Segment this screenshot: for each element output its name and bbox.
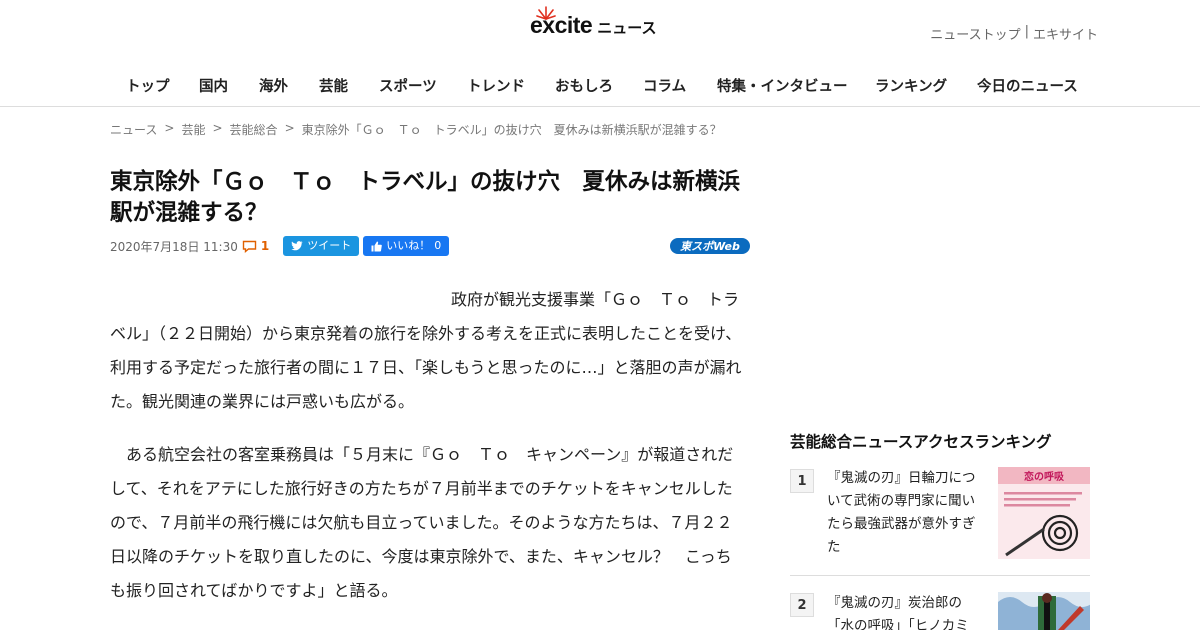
ranking-item[interactable]: 2 『鬼滅の刃』炭治郎の「水の呼吸」「ヒノカミ: [790, 592, 1090, 630]
nav-item-trend[interactable]: トレンド: [467, 75, 525, 96]
ranking-item[interactable]: 1 『鬼滅の刃』日輪刀について武術の専門家に聞いたら最強武器が意外すぎた 恋の呼…: [790, 467, 1090, 559]
rank-number: 1: [790, 469, 814, 493]
article-date: 2020年7月18日 11:30: [110, 239, 238, 254]
article-meta: 2020年7月18日 11:30 1 ツイート いいね！ 0 東スポWeb: [110, 236, 750, 256]
tweet-button[interactable]: ツイート: [283, 236, 360, 256]
nav-item-funny[interactable]: おもしろ: [555, 75, 613, 96]
comment-icon: [242, 240, 257, 253]
nav-item-sports[interactable]: スポーツ: [379, 75, 437, 96]
logo-burst-icon: [536, 6, 556, 20]
main-nav: トップ 国内 海外 芸能 スポーツ トレンド おもしろ コラム 特集・インタビュ…: [0, 75, 1200, 97]
breadcrumb-general[interactable]: 芸能総合: [230, 121, 278, 138]
nav-item-today[interactable]: 今日のニュース: [977, 75, 1078, 96]
breadcrumb-sep: >: [164, 121, 175, 135]
article-paragraph: 政府が観光支援事業「Ｇｏ Ｔｏ トラベル」（２２日開始）から東京発着の旅行を除外…: [110, 290, 742, 411]
breadcrumb-sep: >: [284, 121, 295, 135]
tanjiro-thumbnail-image: [998, 592, 1090, 630]
breadcrumb: ニュース > 芸能 > 芸能総合 > 東京除外「Ｇｏ Ｔｏ トラベル」の抜け穴 …: [110, 121, 729, 138]
source-logo-tospo[interactable]: 東スポWeb: [670, 238, 750, 254]
thumb-caption: 恋の呼吸: [1024, 470, 1065, 483]
nav-item-ranking[interactable]: ランキング: [875, 75, 947, 96]
comment-count: 1: [260, 239, 270, 253]
site-logo[interactable]: excite ニュース: [530, 6, 657, 39]
tweet-label: ツイート: [307, 239, 352, 252]
article-paragraph: ある航空会社の客室乗務員は「５月末に『Ｇｏ Ｔｏ キャンペーン』が報道されだして…: [110, 445, 734, 600]
nav-item-domestic[interactable]: 国内: [199, 75, 228, 96]
article-body: 政府が観光支援事業「Ｇｏ Ｔｏ トラベル」（２２日開始）から東京発着の旅行を除外…: [110, 283, 746, 627]
ranking-thumbnail[interactable]: [998, 592, 1090, 630]
logo-news-label: ニュース: [597, 19, 657, 37]
ranking-title: 芸能総合ニュースアクセスランキング: [790, 433, 1052, 451]
breadcrumb-news[interactable]: ニュース: [110, 121, 157, 138]
nav-item-entertainment[interactable]: 芸能: [319, 75, 348, 96]
facebook-like-button[interactable]: いいね！ 0: [363, 236, 450, 256]
nav-item-overseas[interactable]: 海外: [259, 75, 288, 96]
logo-excite: excite: [530, 6, 593, 39]
katana-thumbnail-image: 恋の呼吸: [998, 467, 1090, 559]
top-links: ニューストップ | エキサイト: [930, 24, 1098, 43]
rank-number: 2: [790, 593, 814, 617]
breadcrumb-sep: >: [212, 121, 223, 135]
comment-link[interactable]: 1: [242, 239, 269, 253]
ranking-item-text: 『鬼滅の刃』日輪刀について武術の専門家に聞いたら最強武器が意外すぎた: [827, 470, 976, 555]
nav-item-features[interactable]: 特集・インタビュー: [717, 75, 848, 96]
ranking-item-text: 『鬼滅の刃』炭治郎の「水の呼吸」「ヒノカミ: [827, 595, 969, 630]
article-title: 東京除外「Ｇｏ Ｔｏ トラベル」の抜け穴 夏休みは新横浜駅が混雑する？: [110, 169, 741, 226]
nav-item-top[interactable]: トップ: [126, 75, 170, 96]
breadcrumb-entertainment[interactable]: 芸能: [181, 121, 205, 138]
twitter-bird-icon: [291, 241, 303, 251]
like-label: いいね！: [386, 239, 431, 252]
like-count: 0: [434, 239, 442, 252]
link-separator: |: [1024, 24, 1029, 39]
breadcrumb-current: 東京除外「Ｇｏ Ｔｏ トラベル」の抜け穴 夏休みは新横浜駅が混雑する？: [301, 123, 722, 137]
ranking-divider: [790, 575, 1090, 576]
site-header: excite ニュース ニューストップ | エキサイト トップ 国内 海外 芸能…: [0, 0, 1200, 107]
link-excite[interactable]: エキサイト: [1033, 24, 1098, 43]
ranking-thumbnail[interactable]: 恋の呼吸: [998, 467, 1090, 559]
nav-item-column[interactable]: コラム: [643, 75, 686, 96]
thumbs-up-icon: [371, 241, 383, 251]
link-news-top[interactable]: ニューストップ: [930, 24, 1020, 43]
